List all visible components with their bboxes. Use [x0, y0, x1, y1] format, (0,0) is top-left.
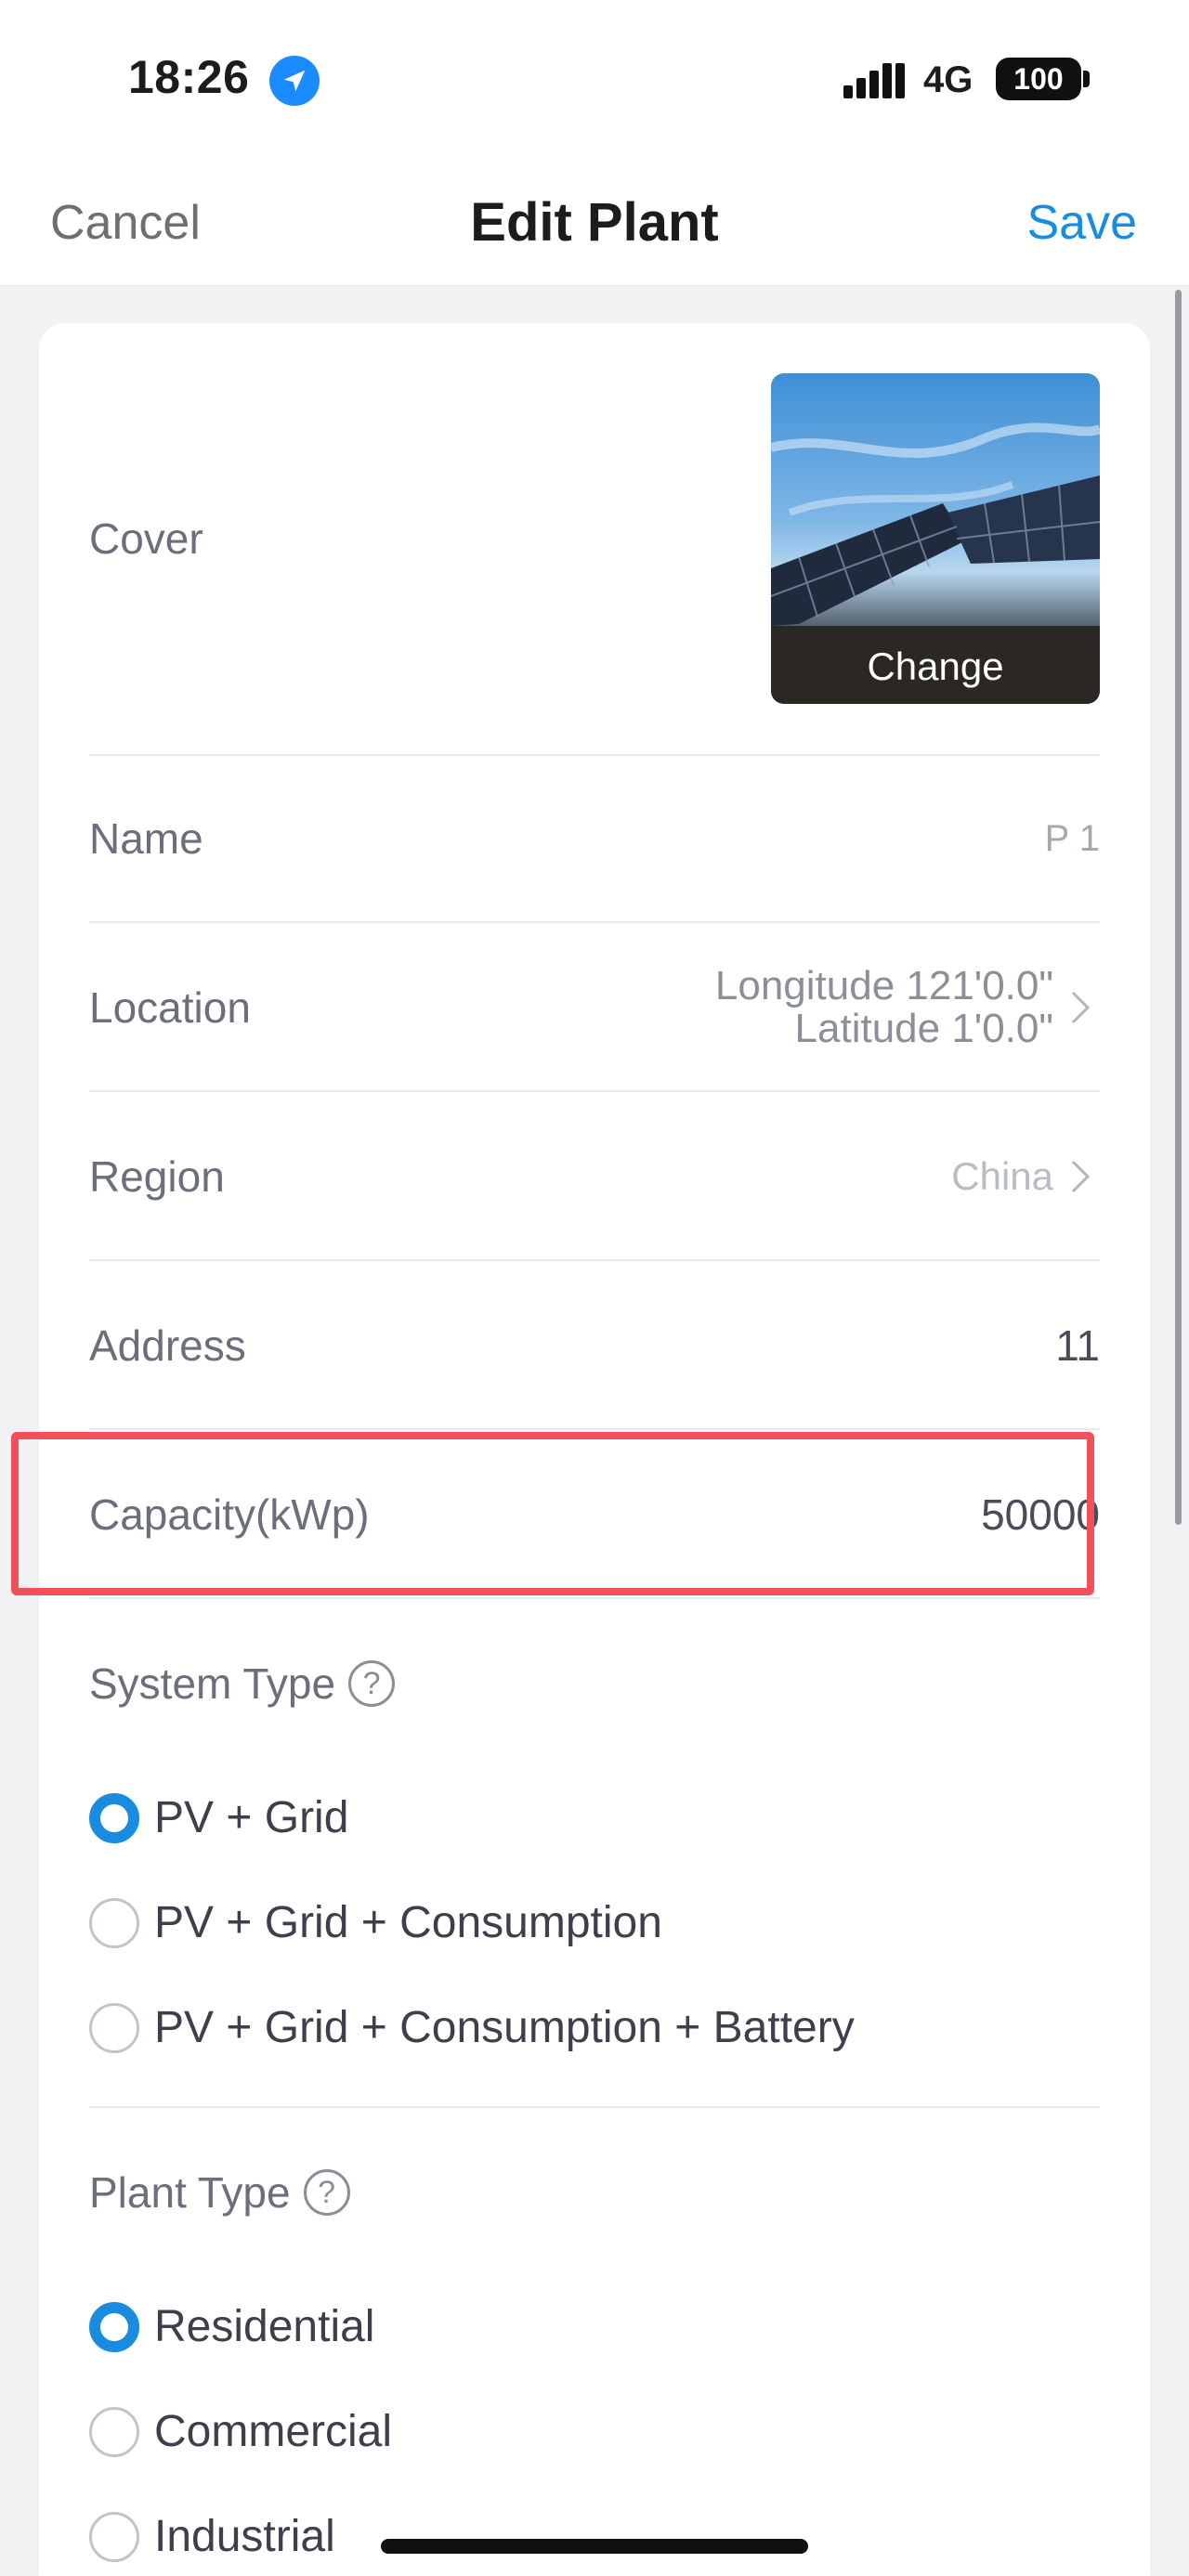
status-bar: 18:26 4G 100: [0, 0, 1189, 158]
address-label: Address: [89, 1321, 246, 1370]
home-indicator[interactable]: [381, 2539, 808, 2554]
name-value: P 1: [1045, 818, 1100, 860]
cancel-button[interactable]: Cancel: [50, 195, 201, 251]
system-type-option-pv-grid-consumption[interactable]: PV + Grid + Consumption: [89, 1897, 662, 1948]
plant-type-option-residential[interactable]: Residential: [89, 2301, 374, 2352]
scrollbar[interactable]: [1175, 290, 1182, 1525]
battery-level: 100: [1013, 61, 1064, 96]
location-value: Longitude 121'0.0" Latitude 1'0.0": [715, 965, 1100, 1050]
address-value: 11: [1055, 1321, 1100, 1370]
address-row[interactable]: Address 11: [89, 1263, 1100, 1430]
radio-unchecked-icon[interactable]: [89, 1897, 139, 1948]
system-type-option-pv-grid-consumption-battery[interactable]: PV + Grid + Consumption + Battery: [89, 2002, 855, 2053]
battery-icon: 100: [996, 58, 1081, 100]
system-type-title: System Type ?: [89, 1659, 396, 1709]
save-button[interactable]: Save: [1026, 195, 1137, 251]
location-coordinates: Longitude 121'0.0" Latitude 1'0.0": [715, 965, 1053, 1050]
cover-label: Cover: [89, 514, 203, 563]
section-divider: [89, 2106, 1100, 2108]
capacity-label: Capacity(kWp): [89, 1490, 370, 1539]
name-text: P 1: [1044, 817, 1100, 859]
change-cover-button[interactable]: Change: [771, 644, 1100, 689]
location-row[interactable]: Location Longitude 121'0.0" Latitude 1'0…: [89, 925, 1100, 1092]
latitude-text: Latitude 1'0.0": [794, 1006, 1053, 1051]
option-label: PV + Grid + Consumption + Battery: [154, 2003, 855, 2052]
radio-unchecked-icon[interactable]: [89, 2406, 139, 2457]
cover-row: Cover Change: [89, 323, 1100, 756]
name-row[interactable]: Name P 1: [89, 756, 1100, 923]
region-value: China: [951, 1154, 1100, 1199]
option-label: Commercial: [154, 2407, 393, 2456]
location-arrow-icon: [269, 56, 320, 106]
chevron-right-icon: [1071, 991, 1091, 1024]
battery-tip: [1083, 71, 1090, 87]
location-label: Location: [89, 983, 251, 1032]
status-time: 18:26: [128, 51, 250, 103]
cellular-signal-icon: [843, 63, 905, 98]
radio-checked-icon[interactable]: [89, 2301, 139, 2352]
edit-plant-screen: 18:26 4G 100 Cancel Edit Plant Save Cove…: [0, 0, 1189, 2576]
help-icon[interactable]: ?: [348, 1660, 396, 1707]
plant-type-option-commercial[interactable]: Commercial: [89, 2406, 392, 2457]
plant-type-option-industrial[interactable]: Industrial: [89, 2511, 335, 2562]
plant-type-title: Plant Type ?: [89, 2167, 350, 2218]
option-label: Residential: [154, 2302, 375, 2351]
option-label: PV + Grid + Consumption: [154, 1898, 662, 1947]
help-icon[interactable]: ?: [303, 2169, 350, 2216]
name-label: Name: [89, 814, 203, 863]
plant-form-card: Cover Change Name P 1 Location Longitude…: [11, 323, 1150, 2576]
plant-type-label: Plant Type: [89, 2168, 291, 2217]
network-type: 4G: [923, 59, 973, 100]
region-label: Region: [89, 1152, 225, 1201]
radio-unchecked-icon[interactable]: [89, 2511, 139, 2562]
option-label: PV + Grid: [154, 1793, 349, 1842]
capacity-value[interactable]: 50000: [981, 1490, 1100, 1540]
cover-image[interactable]: Change: [771, 373, 1100, 704]
region-row[interactable]: Region China: [89, 1094, 1100, 1261]
system-type-label: System Type: [89, 1659, 336, 1708]
chevron-right-icon: [1071, 1160, 1091, 1193]
longitude-text: Longitude 121'0.0": [714, 963, 1053, 1008]
capacity-row[interactable]: Capacity(kWp) 50000: [89, 1432, 1100, 1599]
system-type-option-pv-grid[interactable]: PV + Grid: [89, 1792, 348, 1843]
region-text: China: [951, 1154, 1053, 1198]
radio-unchecked-icon[interactable]: [89, 2002, 139, 2053]
option-label: Industrial: [154, 2512, 335, 2561]
navigation-bar: Cancel Edit Plant Save: [0, 158, 1189, 286]
radio-checked-icon[interactable]: [89, 1792, 139, 1843]
